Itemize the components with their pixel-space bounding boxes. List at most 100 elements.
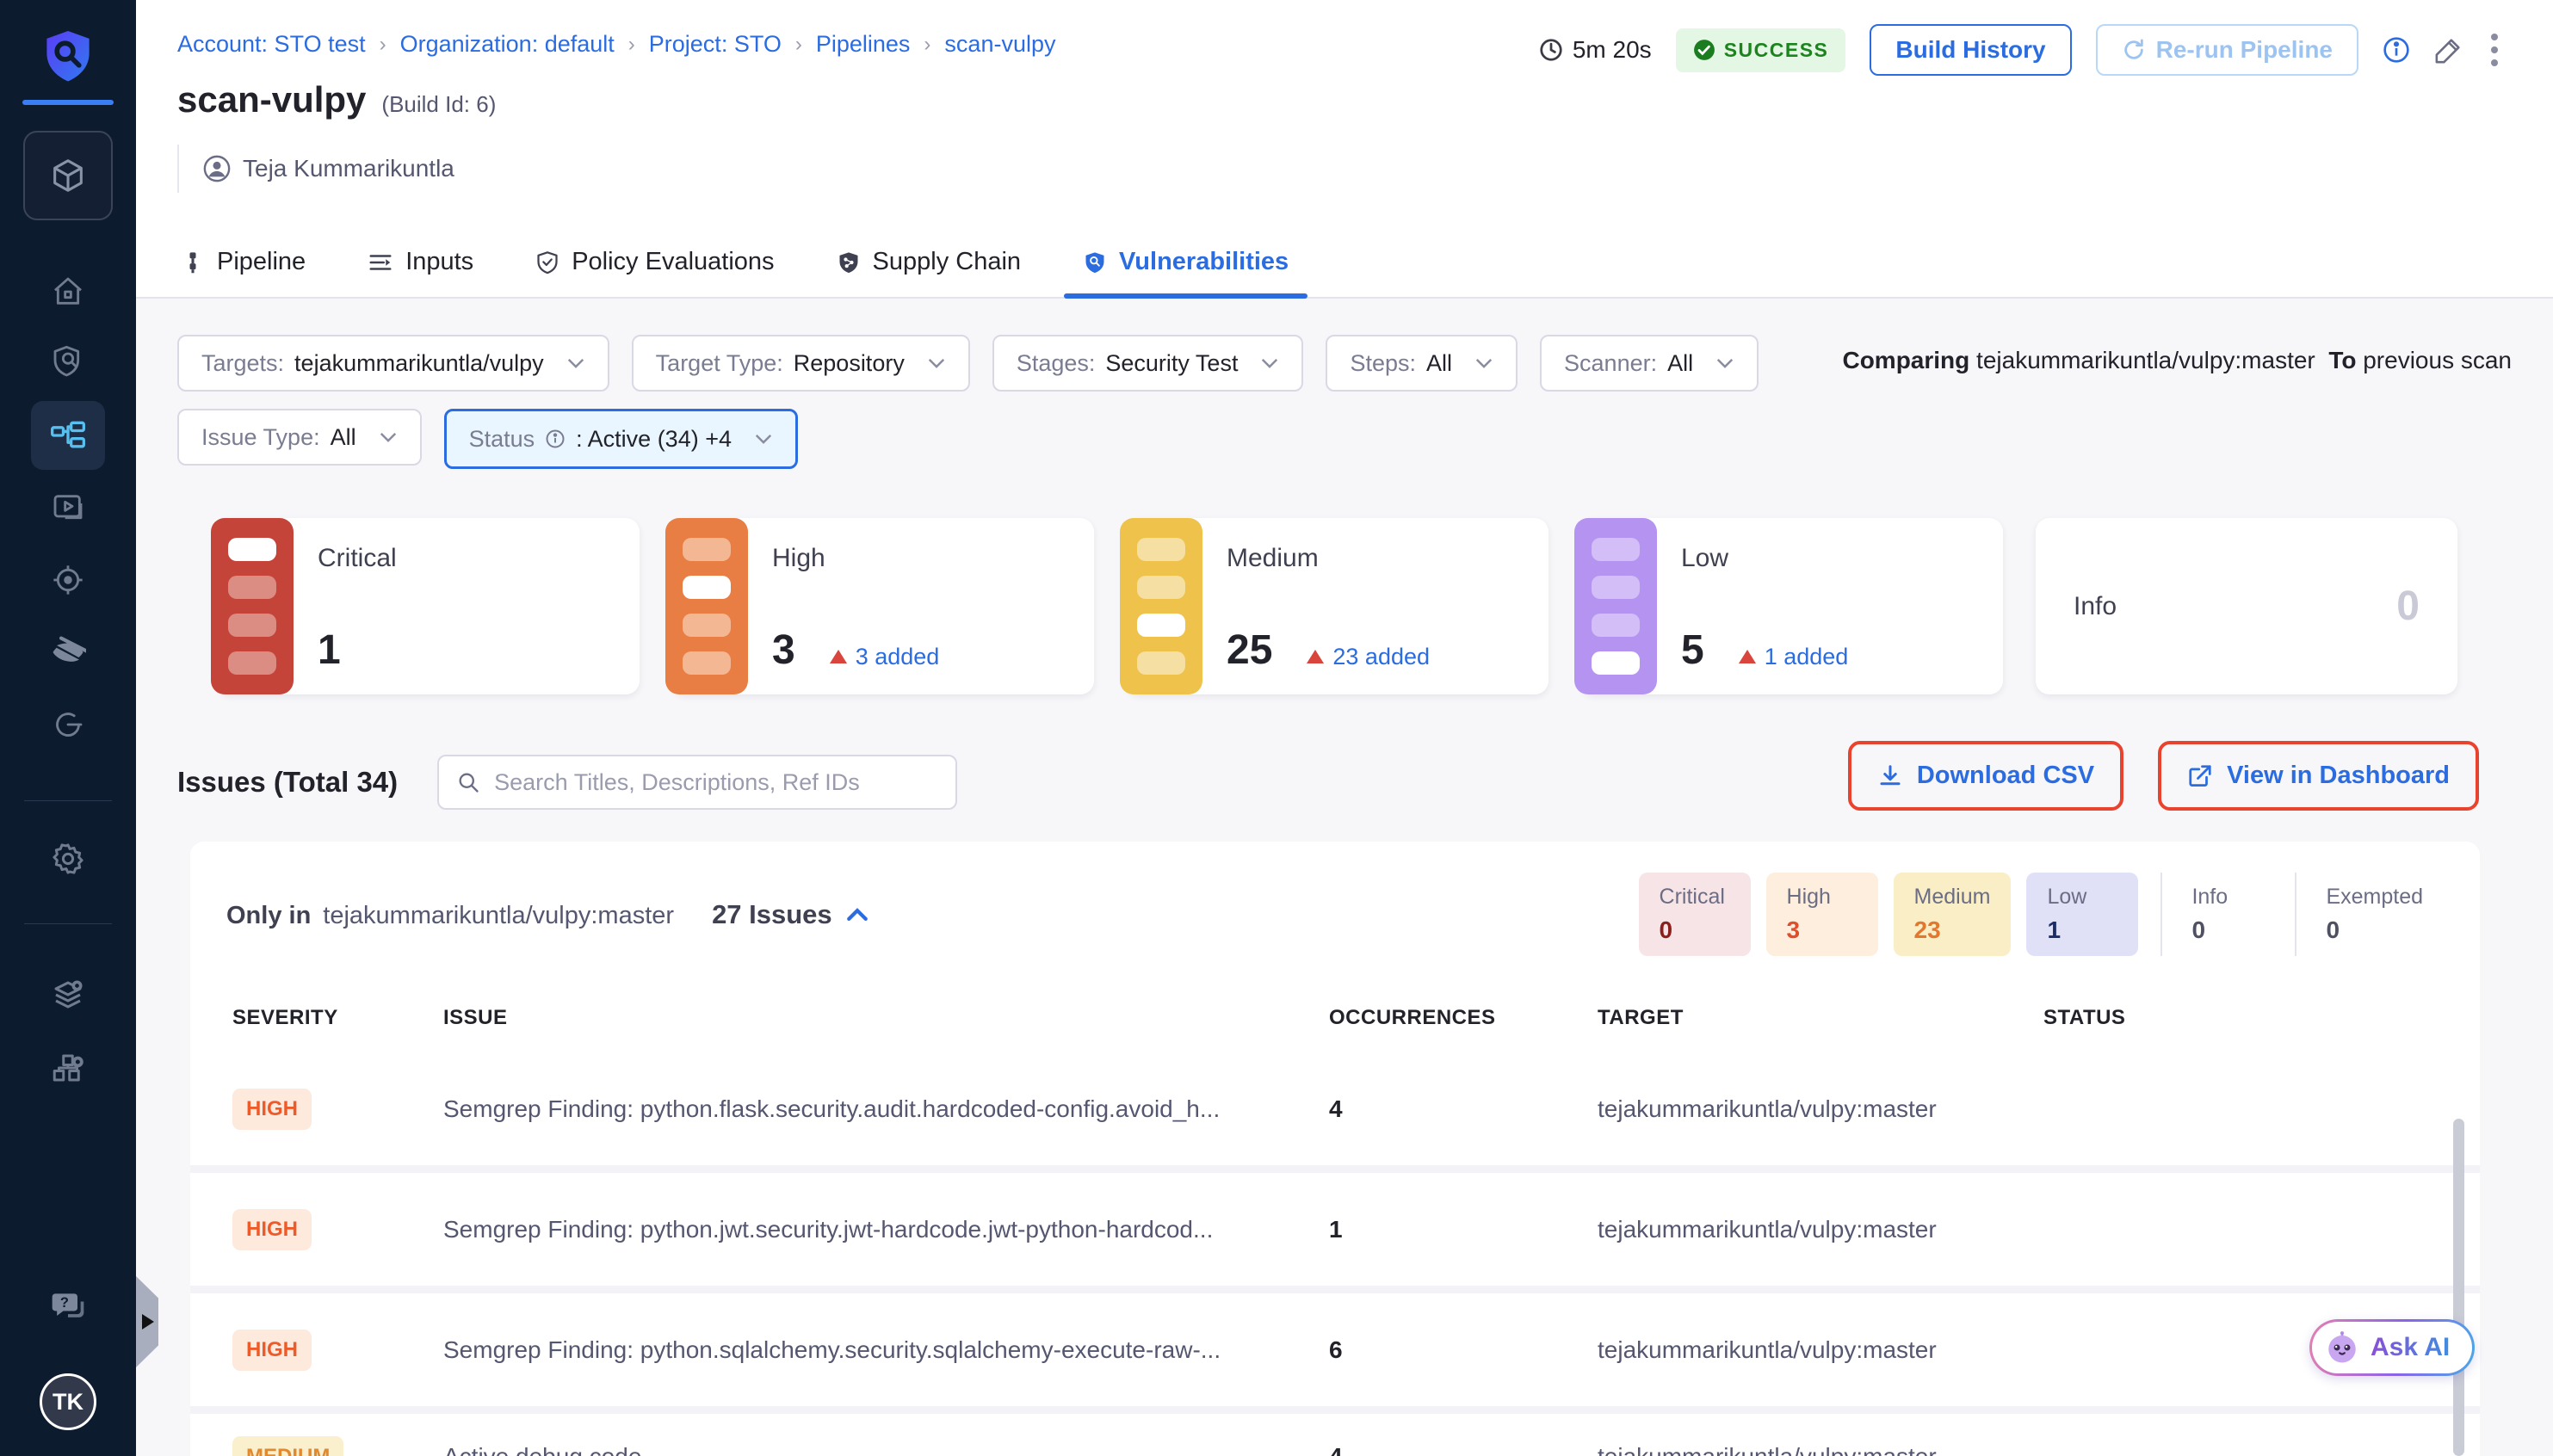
breadcrumb-separator: › [924, 33, 930, 57]
status-filter[interactable]: Status : Active (34) +4 [444, 409, 798, 469]
breadcrumb-current[interactable]: scan-vulpy [944, 31, 1055, 58]
pill-exempted[interactable]: Exempted0 [2295, 873, 2444, 956]
issue-row[interactable]: HIGH Semgrep Finding: python.flask.secur… [190, 1052, 2480, 1165]
module-switcher-cube-icon[interactable] [23, 131, 113, 220]
issue-row[interactable]: HIGH Semgrep Finding: python.sqlalchemy.… [190, 1293, 2480, 1406]
pill-low[interactable]: Low1 [2026, 873, 2138, 956]
severity-card-high[interactable]: High 3 3 added [672, 518, 1094, 694]
build-duration: 5m 20s [1538, 36, 1652, 64]
issues-toolbar: Issues (Total 34) [177, 755, 957, 810]
pill-medium[interactable]: Medium23 [1894, 873, 2012, 956]
user-avatar[interactable]: TK [40, 1373, 96, 1430]
issue-target: tejakummarikuntla/vulpy:master [1598, 1336, 2043, 1364]
issue-row[interactable]: HIGH Semgrep Finding: python.jwt.securit… [190, 1173, 2480, 1286]
breadcrumb-account[interactable]: Account: STO test [177, 31, 366, 58]
ask-ai-button[interactable]: Ask AI [2309, 1319, 2475, 1376]
info-icon[interactable] [2383, 36, 2410, 64]
help-chat-icon[interactable]: ? [0, 1279, 136, 1334]
eye-off-exemptions-icon[interactable] [0, 625, 136, 680]
severity-card-info[interactable]: Info 0 [2036, 518, 2457, 694]
tab-policy-evaluations[interactable]: Policy Evaluations [532, 231, 777, 299]
sto-vulnerabilities-page: ? TK Account: STO test › Organization: d… [0, 0, 2553, 1456]
issues-table-header: SEVERITY ISSUE OCCURRENCES TARGET STATUS [190, 1006, 2480, 1030]
rerun-icon [2122, 38, 2146, 62]
chevron-down-icon [379, 431, 398, 443]
breadcrumb-separator: › [795, 33, 802, 57]
severity-gauge-icon [211, 518, 294, 694]
sidebar-divider [24, 800, 112, 801]
svg-text:?: ? [60, 1295, 69, 1311]
tab-vulnerabilities[interactable]: Vulnerabilities [1079, 231, 1292, 299]
steps-filter[interactable]: Steps:All [1326, 335, 1518, 392]
expand-arrow-icon [142, 1314, 154, 1330]
breadcrumb: Account: STO test › Organization: defaul… [177, 31, 1055, 58]
sidebar-divider [22, 100, 114, 105]
rerun-pipeline-button[interactable]: Re-run Pipeline [2096, 24, 2358, 76]
breadcrumb-organization[interactable]: Organization: default [400, 31, 615, 58]
check-circle-icon [1693, 39, 1715, 61]
vulnerabilities-shield-icon [1083, 250, 1107, 275]
download-csv-button[interactable]: Download CSV [1848, 741, 2123, 811]
target-icon[interactable] [0, 552, 136, 608]
severity-cards: Critical 1 High 3 3 added [218, 518, 2457, 694]
col-target: TARGET [1598, 1006, 2043, 1030]
chevron-up-icon [846, 907, 869, 922]
sidebar-divider [24, 923, 112, 924]
edit-pencil-icon[interactable] [2434, 35, 2463, 65]
targets-filter[interactable]: Targets:tejakummarikuntla/vulpy [177, 335, 609, 392]
added-triangle-icon [830, 650, 847, 663]
pill-high[interactable]: High3 [1766, 873, 1878, 956]
layers-settings-icon[interactable] [0, 967, 136, 1022]
occurrences-count: 6 [1329, 1336, 1598, 1364]
stages-filter[interactable]: Stages:Security Test [992, 335, 1304, 392]
issues-count-toggle[interactable]: 27 Issues [712, 899, 869, 930]
chevron-down-icon [754, 433, 773, 445]
home-icon[interactable] [0, 264, 136, 319]
pill-critical[interactable]: Critical0 [1639, 873, 1751, 956]
search-icon [456, 770, 480, 794]
target-type-filter[interactable]: Target Type:Repository [632, 335, 970, 392]
clock-icon [1538, 37, 1564, 63]
view-in-dashboard-button[interactable]: View in Dashboard [2158, 741, 2479, 811]
issue-row[interactable]: MEDIUM Active debug code... 4 tejakummar… [190, 1414, 2480, 1456]
breadcrumb-pipelines[interactable]: Pipelines [816, 31, 911, 58]
shield-scan-icon[interactable] [0, 334, 136, 389]
pipeline-icon [181, 250, 205, 275]
severity-card-low[interactable]: Low 5 1 added [1581, 518, 2003, 694]
filters: Targets:tejakummarikuntla/vulpy Target T… [177, 335, 1759, 486]
exit-module-icon[interactable] [0, 697, 136, 752]
added-count: 1 added [1739, 644, 1849, 670]
issue-title: Semgrep Finding: python.sqlalchemy.secur… [443, 1336, 1329, 1364]
severity-card-critical[interactable]: Critical 1 [218, 518, 640, 694]
executions-play-icon[interactable] [0, 480, 136, 535]
only-in-section-title: Only in tejakummarikuntla/vulpy:master 2… [226, 899, 869, 930]
status-badge: SUCCESS [1676, 28, 1846, 72]
harness-sto-logo-icon[interactable] [40, 29, 96, 84]
issue-type-filter[interactable]: Issue Type:All [177, 409, 422, 466]
org-settings-icon[interactable] [0, 1040, 136, 1095]
pill-info[interactable]: Info0 [2160, 873, 2272, 956]
added-count: 3 added [830, 644, 940, 670]
occurrences-count: 1 [1329, 1216, 1598, 1243]
issue-title: Semgrep Finding: python.jwt.security.jwt… [443, 1216, 1329, 1243]
pipelines-nav-active[interactable] [31, 401, 105, 470]
tab-supply-chain[interactable]: Supply Chain [833, 231, 1025, 299]
more-options-icon[interactable] [2488, 30, 2501, 70]
settings-gear-icon[interactable] [0, 831, 136, 886]
search-input[interactable] [494, 769, 938, 796]
vertical-scrollbar[interactable] [2453, 1119, 2464, 1456]
severity-badge: HIGH [232, 1330, 312, 1371]
severity-card-medium[interactable]: Medium 25 23 added [1127, 518, 1548, 694]
supply-chain-shield-icon [837, 250, 861, 275]
page-header: Account: STO test › Organization: defaul… [136, 0, 2553, 299]
comparing-label: Comparing tejakummarikuntla/vulpy:master… [1668, 347, 2512, 374]
build-history-button[interactable]: Build History [1870, 24, 2071, 76]
tab-inputs[interactable]: Inputs [364, 231, 477, 299]
build-id-label: (Build Id: 6) [381, 91, 496, 118]
chevron-down-icon [927, 357, 946, 369]
info-circle-icon [545, 429, 566, 449]
breadcrumb-project[interactable]: Project: STO [649, 31, 782, 58]
occurrences-count: 4 [1329, 1436, 1598, 1456]
issue-title: Active debug code... [443, 1436, 1329, 1456]
tab-pipeline[interactable]: Pipeline [177, 231, 309, 299]
